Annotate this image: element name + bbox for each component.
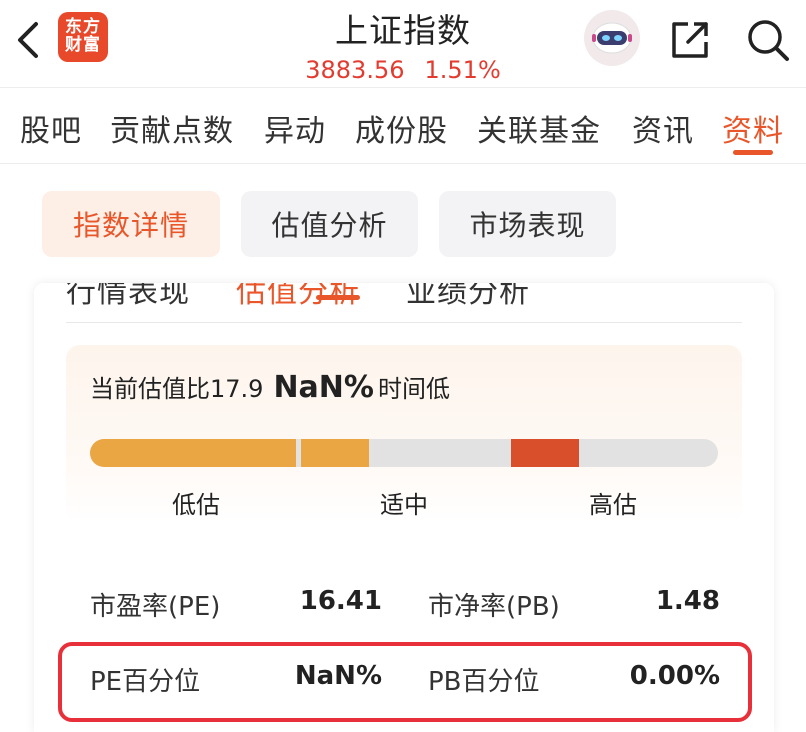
percentile-highlight-box — [58, 642, 752, 722]
pb-label: 市净率(PB) — [428, 592, 560, 622]
valuation-summary: 当前估值比17.9 NaN% 时间低 低估 适中 高估 — [66, 345, 742, 523]
subtab-market-performance[interactable]: 市场表现 — [439, 191, 616, 257]
valuation-percent: NaN% — [273, 370, 374, 405]
valuation-suffix: 时间低 — [377, 375, 450, 403]
label-undervalued: 低估 — [172, 491, 220, 519]
logo-line2: 财富 — [65, 35, 101, 55]
bar-segment-high — [511, 439, 579, 467]
search-icon[interactable] — [744, 16, 792, 64]
valuation-prefix: 当前估值比17.9 — [90, 375, 264, 403]
bar-segment-low-2 — [301, 439, 369, 467]
pe-value: 16.41 — [299, 586, 382, 616]
tab-related-funds[interactable]: 关联基金 — [477, 106, 601, 150]
valuation-sentence: 当前估值比17.9 NaN% 时间低 — [90, 369, 450, 405]
active-tab-indicator — [733, 150, 773, 155]
bar-segment-low — [90, 439, 296, 467]
subtab-valuation-analysis[interactable]: 估值分析 — [241, 191, 418, 257]
tab-constituents[interactable]: 成份股 — [355, 106, 448, 150]
inner-tab-market-performance[interactable]: 行情表现 — [66, 283, 190, 311]
page-title: 上证指数 — [335, 11, 471, 50]
inner-tabs: 行情表现 估值分析 业绩分析 — [66, 283, 742, 323]
index-quote: 3883.56 1.51% — [253, 56, 553, 84]
title-block: 上证指数 3883.56 1.51% — [253, 0, 553, 88]
top-tabs: 股吧 贡献点数 异动 成份股 关联基金 资讯 资料 — [0, 88, 806, 164]
share-icon[interactable] — [668, 18, 712, 62]
inner-active-indicator — [316, 295, 360, 300]
tab-news[interactable]: 资讯 — [632, 106, 694, 150]
inner-tab-earnings[interactable]: 业绩分析 — [406, 283, 530, 311]
tab-movement[interactable]: 异动 — [264, 106, 326, 150]
tab-guba[interactable]: 股吧 — [20, 106, 82, 150]
back-arrow-icon[interactable] — [10, 18, 46, 62]
top-header: 东方 财富 上证指数 3883.56 1.51% — [0, 0, 806, 88]
tab-profile[interactable]: 资料 — [722, 106, 784, 150]
tab-contribution-points[interactable]: 贡献点数 — [110, 106, 234, 150]
eastmoney-logo[interactable]: 东方 财富 — [58, 12, 108, 62]
valuation-bar — [90, 439, 718, 467]
pe-label: 市盈率(PE) — [90, 592, 221, 622]
label-overvalued: 高估 — [589, 491, 637, 519]
index-price: 3883.56 — [305, 56, 405, 84]
index-change: 1.51% — [424, 56, 501, 84]
label-fair: 适中 — [380, 491, 428, 519]
subtab-index-detail[interactable]: 指数详情 — [42, 191, 220, 257]
pb-value: 1.48 — [655, 586, 720, 616]
robot-avatar-icon[interactable] — [584, 10, 640, 66]
